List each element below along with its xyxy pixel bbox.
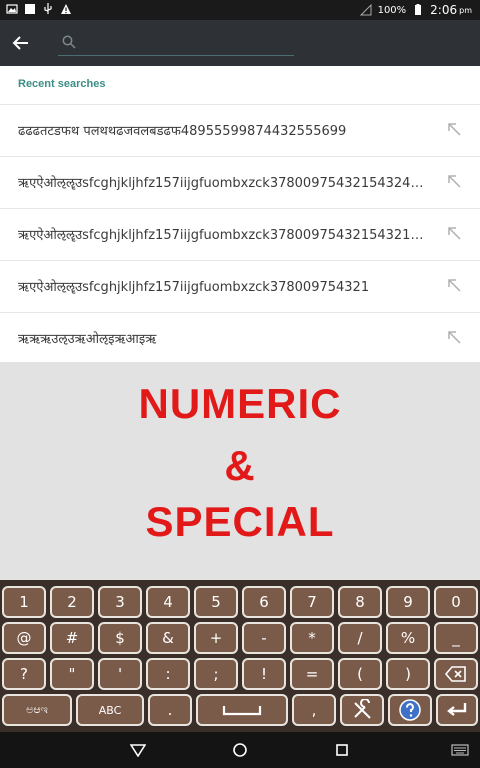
arrow-up-left-icon[interactable] (446, 277, 462, 293)
promo-banner: NUMERIC & SPECIAL (0, 362, 480, 580)
promo-line-numeric: NUMERIC (138, 380, 342, 427)
key-4[interactable]: 4 (146, 586, 190, 618)
navigation-bar (0, 732, 480, 768)
key-ampersand[interactable]: & (146, 622, 190, 654)
key-at[interactable]: @ (2, 622, 46, 654)
key-0[interactable]: 0 (434, 586, 478, 618)
recent-search-text: ऋऋऋउऌउऋओऌइऋआइऋ (18, 332, 157, 347)
key-exclamation[interactable]: ! (242, 658, 286, 690)
key-7[interactable]: 7 (290, 586, 334, 618)
usb-icon (44, 3, 52, 14)
key-2[interactable]: 2 (50, 586, 94, 618)
keyboard-icon (451, 744, 469, 756)
enter-key[interactable] (436, 694, 478, 726)
recent-searches-header: Recent searches (18, 78, 106, 90)
recent-search-item[interactable]: ऋएऐओऌॡउsfcghjkljhfz157iijgfuombxzck37800… (0, 156, 480, 208)
key-hash[interactable]: # (50, 622, 94, 654)
search-icon (62, 35, 76, 49)
search-toolbar (0, 20, 480, 66)
triangle-down-icon (130, 744, 146, 757)
nav-recents-button[interactable] (332, 740, 352, 760)
battery-percent: 100% (377, 4, 407, 16)
nav-back-button[interactable] (128, 740, 148, 760)
warning-icon (61, 4, 71, 14)
backspace-icon (445, 666, 466, 682)
battery-icon (415, 4, 422, 15)
recent-search-text: ढढढतटडफथ पलथथढजवलबडढफ4895559987443255569… (18, 124, 347, 139)
arrow-up-left-icon[interactable] (446, 329, 462, 345)
language-switch-key[interactable]: ಅಆಇ (2, 694, 72, 726)
signal-icon (359, 4, 372, 16)
key-open-paren[interactable]: ( (338, 658, 382, 690)
key-close-paren[interactable]: ) (386, 658, 430, 690)
key-underscore[interactable]: _ (434, 622, 478, 654)
recent-search-item[interactable]: ऋएऐओऌॡउsfcghjkljhfz157iijgfuombxzck37800… (0, 260, 480, 312)
key-colon[interactable]: : (146, 658, 190, 690)
key-slash[interactable]: / (338, 622, 382, 654)
key-minus[interactable]: - (242, 622, 286, 654)
abc-switch-key[interactable]: ABC (76, 694, 144, 726)
search-input[interactable] (84, 32, 284, 52)
key-5[interactable]: 5 (194, 586, 238, 618)
space-key[interactable] (196, 694, 288, 726)
circle-home-icon (233, 743, 247, 757)
help-icon (399, 699, 421, 721)
numeric-special-keyboard: 1 2 3 4 5 6 7 8 9 0 @ # $ & + - * / % _ … (0, 580, 480, 732)
recent-search-text: ऋएऐओऌॡउsfcghjkljhfz157iijgfuombxzck37800… (18, 228, 424, 243)
keyboard-switch-button[interactable] (450, 740, 470, 760)
recent-search-item[interactable]: ढढढतटडफथ पलथथढजवलबडढफ4895559987443255569… (0, 104, 480, 156)
recent-search-text: ऋएऐओऌॡउsfcghjkljhfz157iijgfuombxzck37800… (18, 280, 370, 295)
square-notification-icon (25, 4, 35, 14)
key-1[interactable]: 1 (2, 586, 46, 618)
key-3[interactable]: 3 (98, 586, 142, 618)
backspace-key[interactable] (434, 658, 478, 690)
search-box[interactable] (58, 30, 294, 56)
square-recents-icon (336, 744, 348, 756)
recent-search-text: ऋएऐओऌॡउsfcghjkljhfz157iijgfuombxzck37800… (18, 176, 424, 191)
key-comma[interactable]: , (292, 694, 336, 726)
key-8[interactable]: 8 (338, 586, 382, 618)
enter-icon (447, 703, 467, 716)
recent-searches-list: Recent searches ढढढतटडफथ पलथथढजवलबडढफ489… (0, 66, 480, 362)
nav-home-button[interactable] (230, 740, 250, 760)
status-bar: 100% 2:06 pm (0, 0, 480, 20)
clock-time: 2:06 (430, 3, 458, 17)
arrow-left-icon (12, 36, 28, 50)
tools-icon (354, 699, 371, 719)
tools-key[interactable] (340, 694, 384, 726)
image-notification-icon (6, 4, 18, 14)
clock-ampm: pm (459, 5, 472, 15)
key-9[interactable]: 9 (386, 586, 430, 618)
key-6[interactable]: 6 (242, 586, 286, 618)
space-bar-icon (222, 706, 262, 716)
key-semicolon[interactable]: ; (194, 658, 238, 690)
key-plus[interactable]: + (194, 622, 238, 654)
promo-line-ampersand: & (224, 442, 256, 489)
key-period[interactable]: . (148, 694, 192, 726)
key-equals[interactable]: = (290, 658, 334, 690)
key-percent[interactable]: % (386, 622, 430, 654)
recent-search-item[interactable]: ऋएऐओऌॡउsfcghjkljhfz157iijgfuombxzck37800… (0, 208, 480, 260)
recent-search-item[interactable]: ऋऋऋउऌउऋओऌइऋआइऋ (0, 312, 480, 364)
key-single-quote[interactable]: ' (98, 658, 142, 690)
arrow-up-left-icon[interactable] (446, 173, 462, 189)
key-asterisk[interactable]: * (290, 622, 334, 654)
arrow-up-left-icon[interactable] (446, 225, 462, 241)
promo-line-special: SPECIAL (145, 498, 335, 545)
arrow-up-left-icon[interactable] (446, 121, 462, 137)
key-dollar[interactable]: $ (98, 622, 142, 654)
help-key[interactable] (388, 694, 432, 726)
key-question[interactable]: ? (2, 658, 46, 690)
key-double-quote[interactable]: " (50, 658, 94, 690)
back-button[interactable] (6, 28, 36, 58)
